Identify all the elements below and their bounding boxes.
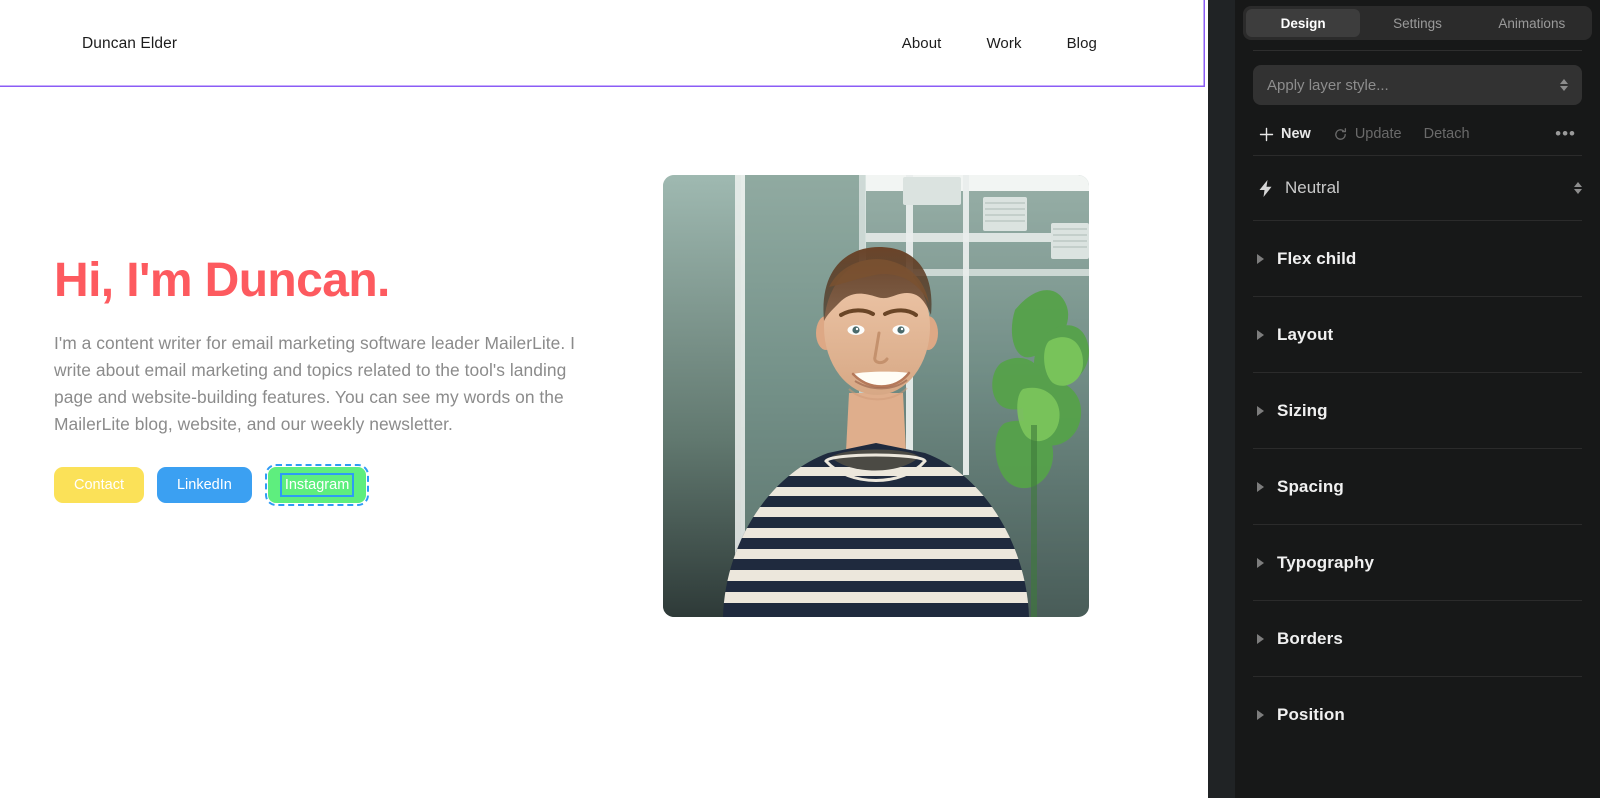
layer-style-actions: New Update Detach ••• (1235, 113, 1600, 155)
tab-animations[interactable]: Animations (1475, 9, 1589, 37)
linkedin-button[interactable]: LinkedIn (156, 467, 252, 504)
new-label: New (1281, 126, 1311, 142)
caret-right-icon (1257, 253, 1264, 264)
nav-link-work[interactable]: Work (986, 35, 1021, 52)
hero-section: Hi, I'm Duncan. I'm a content writer for… (0, 87, 1208, 617)
instagram-button-label: Instagram (279, 473, 355, 498)
preset-chevron-updown-icon[interactable] (1574, 182, 1582, 194)
section-layout[interactable]: Layout (1235, 297, 1600, 372)
section-label: Borders (1277, 628, 1343, 648)
caret-right-icon (1257, 481, 1264, 492)
section-label: Spacing (1277, 476, 1344, 496)
update-layer-style-button[interactable]: Update (1333, 126, 1402, 142)
section-flex-child[interactable]: Flex child (1235, 221, 1600, 296)
bolt-icon (1257, 179, 1274, 198)
site-brand[interactable]: Duncan Elder (82, 35, 177, 53)
design-panel: Design Settings Animations Apply layer s… (1235, 0, 1600, 798)
style-preset-name: Neutral (1285, 178, 1340, 197)
refresh-icon (1333, 127, 1348, 142)
canvas-panel-gutter (1208, 0, 1235, 798)
section-label: Position (1277, 704, 1345, 724)
selected-element-outline: Instagram (264, 464, 370, 507)
detach-layer-style-button[interactable]: Detach (1424, 126, 1470, 142)
hero-button-row: Contact LinkedIn Instagram (54, 464, 599, 507)
tab-settings[interactable]: Settings (1360, 9, 1474, 37)
site-header[interactable]: Duncan Elder About Work Blog (0, 0, 1205, 87)
contact-button[interactable]: Contact (54, 467, 144, 504)
section-sizing[interactable]: Sizing (1235, 373, 1600, 448)
plus-icon (1259, 127, 1274, 142)
caret-right-icon (1257, 557, 1264, 568)
tab-design[interactable]: Design (1246, 9, 1361, 37)
panel-tabbar: Design Settings Animations (1243, 6, 1592, 40)
section-label: Typography (1277, 552, 1375, 572)
caret-right-icon (1257, 633, 1264, 644)
hero-title[interactable]: Hi, I'm Duncan. (54, 254, 599, 308)
apply-layer-style-select[interactable]: Apply layer style... (1253, 65, 1582, 105)
section-borders[interactable]: Borders (1235, 601, 1600, 676)
section-spacing[interactable]: Spacing (1235, 449, 1600, 524)
hero-portrait-image[interactable] (663, 175, 1089, 617)
caret-right-icon (1257, 709, 1264, 720)
nav-link-about[interactable]: About (902, 35, 942, 52)
caret-right-icon (1257, 329, 1264, 340)
nav-link-blog[interactable]: Blog (1067, 35, 1097, 52)
website-canvas[interactable]: Duncan Elder About Work Blog Hi, I'm Dun… (0, 0, 1208, 798)
new-layer-style-button[interactable]: New (1259, 126, 1311, 142)
section-position[interactable]: Position (1235, 677, 1600, 752)
site-nav: About Work Blog (902, 35, 1097, 52)
detach-label: Detach (1423, 126, 1470, 142)
update-label: Update (1354, 126, 1402, 142)
section-label: Sizing (1277, 400, 1328, 420)
style-preset-row[interactable]: Neutral (1235, 156, 1600, 220)
hero-body-text[interactable]: I'm a content writer for email marketing… (54, 330, 599, 439)
instagram-button[interactable]: Instagram (267, 467, 367, 504)
caret-right-icon (1257, 405, 1264, 416)
app-root: Duncan Elder About Work Blog Hi, I'm Dun… (0, 0, 1600, 798)
apply-layer-style-value: Apply layer style... (1267, 76, 1389, 94)
tabbar-divider (1253, 50, 1582, 51)
hero-text-column: Hi, I'm Duncan. I'm a content writer for… (54, 175, 599, 507)
section-label: Flex child (1277, 248, 1357, 268)
section-typography[interactable]: Typography (1235, 525, 1600, 600)
more-options-icon[interactable]: ••• (1555, 125, 1576, 142)
chevron-updown-icon (1560, 79, 1568, 91)
section-label: Layout (1277, 324, 1334, 344)
